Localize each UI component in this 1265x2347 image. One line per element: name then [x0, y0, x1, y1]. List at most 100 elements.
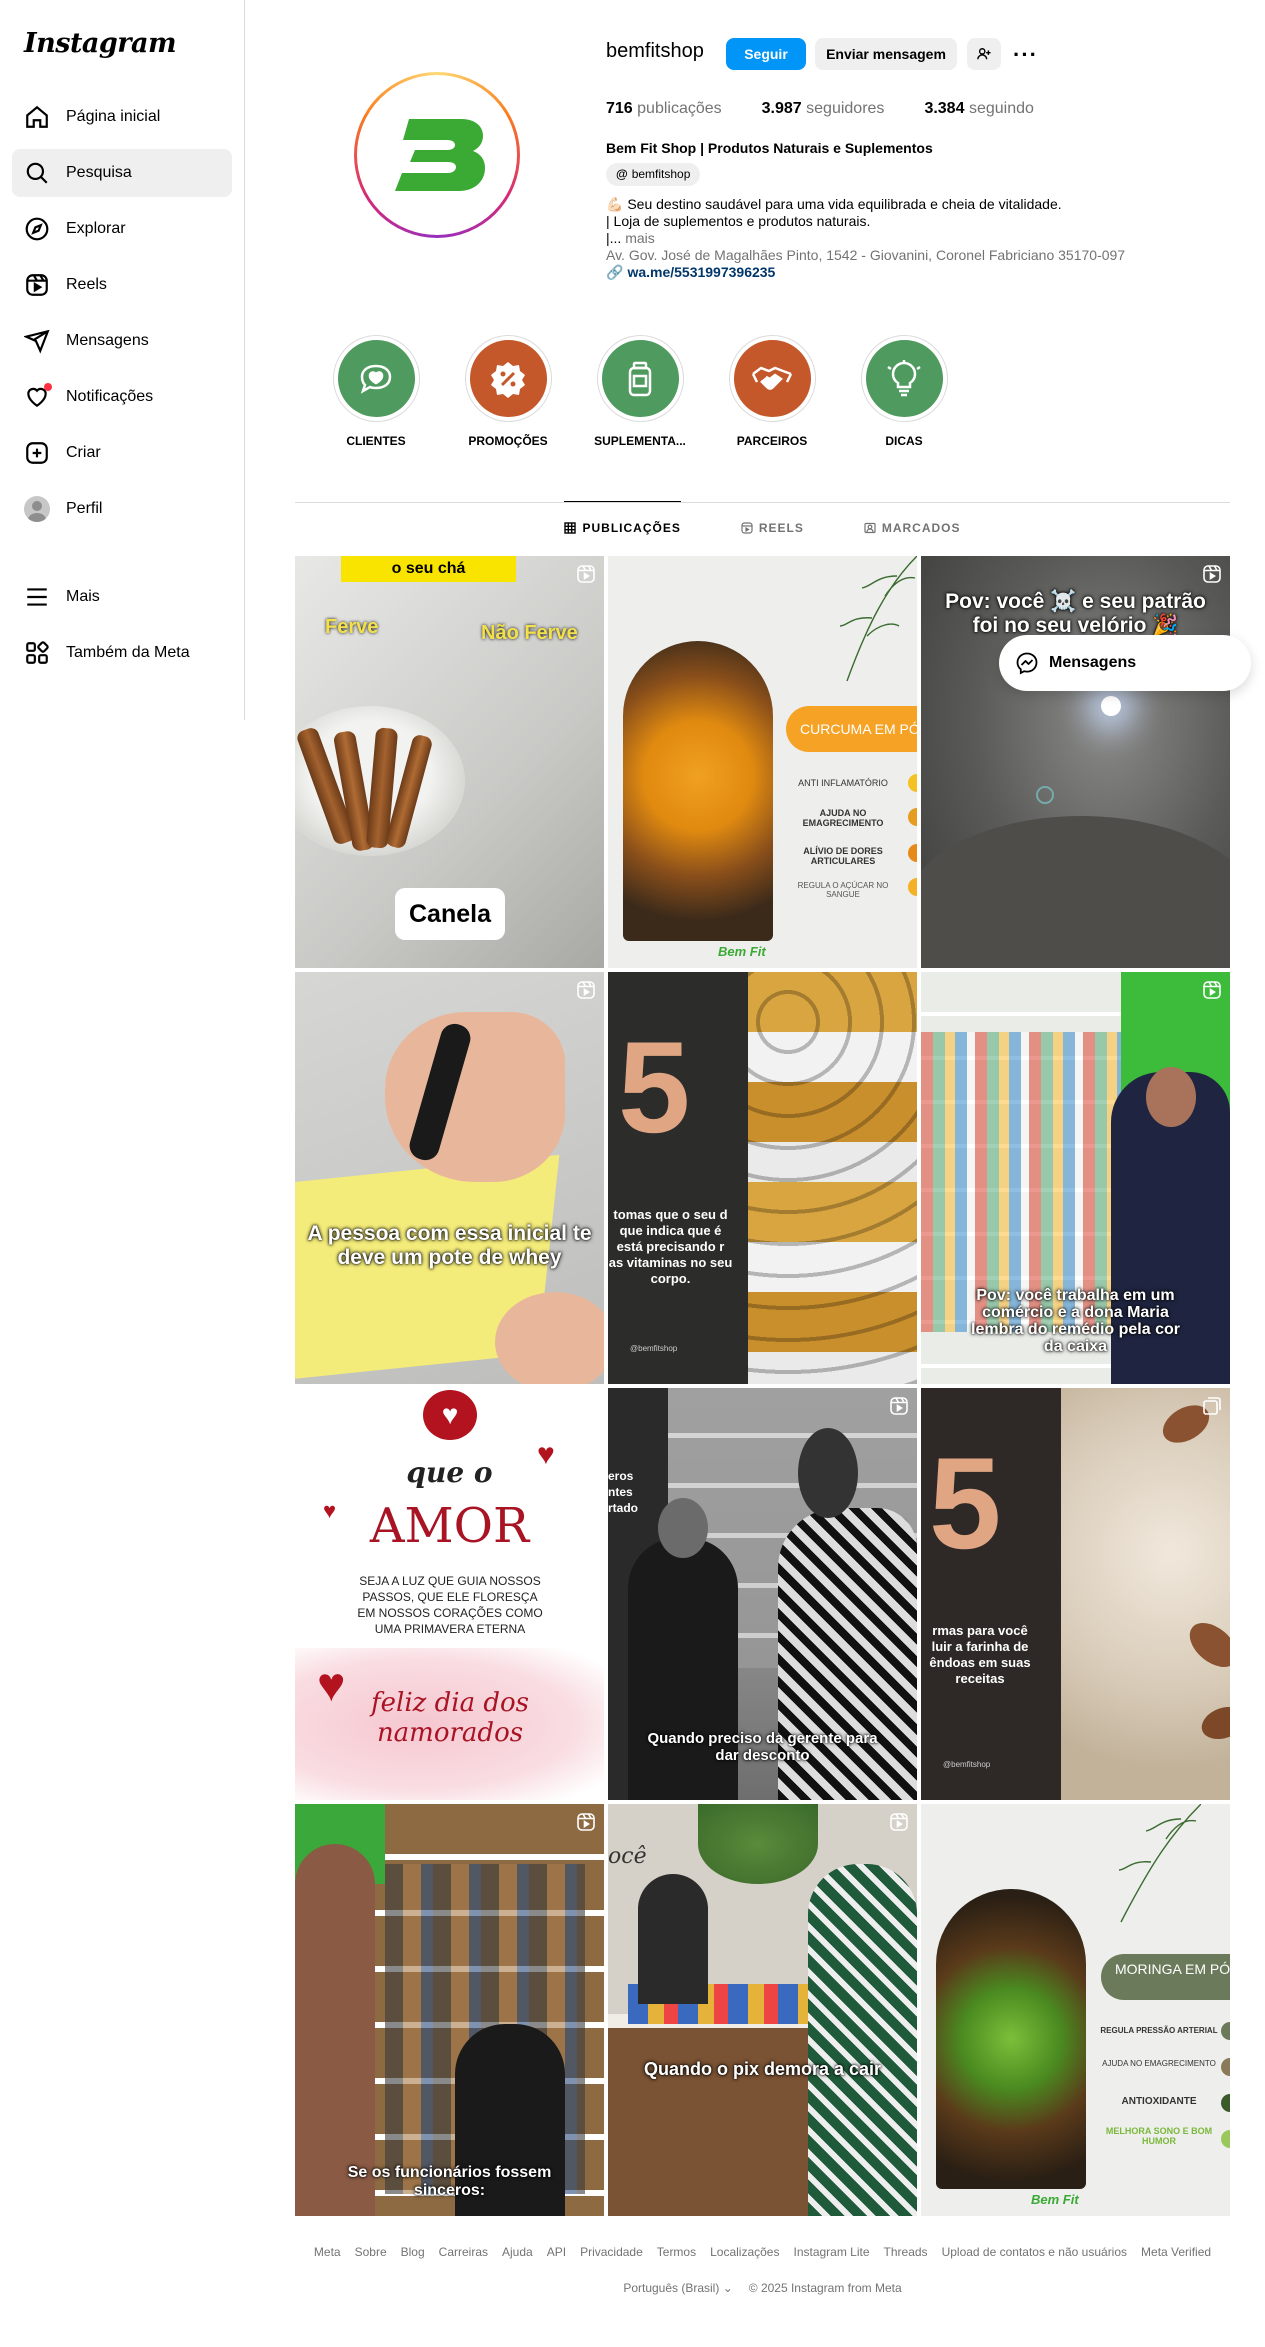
post-tile[interactable]: Pov: você trabalha em um comércio e a do… [921, 972, 1230, 1384]
reels-icon [26, 274, 48, 296]
footer-link[interactable]: Sobre [355, 2245, 387, 2259]
post-tile[interactable]: 5 tomas que o seu d que indica que é est… [608, 972, 917, 1384]
bio-link[interactable]: 🔗 wa.me/5531997396235 [606, 264, 1166, 281]
post-tile[interactable]: ocê Quando o pix demora a cair [608, 1804, 917, 2216]
search-icon [26, 162, 48, 184]
footer-link[interactable]: Upload de contatos e não usuários [942, 2245, 1127, 2259]
post-tile[interactable]: o seu chá Ferve Não Ferve Canela [295, 556, 604, 968]
footer-bottom: Português (Brasil) ⌄ © 2025 Instagram fr… [295, 2281, 1230, 2295]
post-tile[interactable]: Pov: você ☠️ e seu patrão foi no seu vel… [921, 556, 1230, 968]
sidebar-item-notifications[interactable]: Notificações [12, 373, 232, 421]
instagram-logo[interactable]: Instagram [12, 28, 232, 59]
profile-picture[interactable] [354, 72, 520, 238]
tab-posts[interactable]: PUBLICAÇÕES [564, 501, 681, 553]
floating-messages-button[interactable]: Mensagens [999, 635, 1251, 691]
sidebar-item-explore[interactable]: Explorar [12, 205, 232, 253]
link-icon: 🔗 [606, 264, 624, 280]
follow-button[interactable]: Seguir [726, 38, 806, 70]
footer-link[interactable]: Privacidade [580, 2245, 643, 2259]
lightbulb-icon [887, 359, 921, 396]
sidebar-item-label: Criar [66, 444, 101, 461]
brand-watermark: Bem Fit [1031, 2192, 1079, 2207]
highlight-clientes[interactable]: CLIENTES [330, 335, 422, 448]
sidebar-item-label: Também da Meta [66, 644, 190, 661]
profile-username: bemfitshop [606, 40, 704, 62]
sidebar-item-search[interactable]: Pesquisa [12, 149, 232, 197]
story-highlights: CLIENTES PROMOÇÕES SUPLEMENTA... PARCEIR… [330, 335, 950, 448]
sidebar-item-label: Reels [66, 276, 107, 293]
language-selector[interactable]: Português (Brasil) ⌄ [623, 2281, 732, 2295]
sidebar-item-reels[interactable]: Reels [12, 261, 232, 309]
profile-stats: 716 publicações 3.987 seguidores 3.384 s… [606, 100, 1034, 118]
footer-links: Meta Sobre Blog Carreiras Ajuda API Priv… [295, 2245, 1230, 2259]
bio-line: |... mais [606, 230, 655, 246]
more-options-icon[interactable]: ··· [1013, 42, 1038, 68]
sidebar-item-label: Mais [66, 588, 100, 605]
footer-link[interactable]: Meta [314, 2245, 341, 2259]
sidebar-item-more[interactable]: Mais [12, 573, 232, 621]
footer-link[interactable]: Threads [884, 2245, 928, 2259]
tab-reels[interactable]: REELS [741, 501, 804, 553]
profile-bio: Bem Fit Shop | Produtos Naturais e Suple… [606, 140, 1166, 281]
post-tile[interactable]: eros ntes rtado Quando preciso da gerent… [608, 1388, 917, 1800]
threads-badge[interactable]: @ bemfitshop [606, 163, 701, 186]
bio-line: 💪🏻 Seu destino saudável para uma vida eq… [606, 196, 1062, 212]
person-figure [295, 1844, 375, 2216]
posts-grid: o seu chá Ferve Não Ferve Canela CURCUMA… [295, 556, 1230, 2216]
highlight-promocoes[interactable]: PROMOÇÕES [462, 335, 554, 448]
tab-tagged[interactable]: MARCADOS [864, 501, 961, 553]
profile-tabs: PUBLICAÇÕES REELS MARCADOS [295, 501, 1230, 553]
reel-indicator-icon [1203, 981, 1221, 999]
post-tile[interactable]: A pessoa com essa inicial te deve um pot… [295, 972, 604, 1384]
following-count[interactable]: 3.384 seguindo [924, 100, 1033, 118]
sidebar-item-also-meta[interactable]: Também da Meta [12, 629, 232, 677]
sidebar-item-label: Pesquisa [66, 164, 132, 181]
reel-indicator-icon [577, 565, 595, 583]
almond-flour-image [1061, 1388, 1230, 1800]
sidebar-item-profile[interactable]: Perfil [12, 485, 232, 533]
footer-link[interactable]: Blog [401, 2245, 425, 2259]
footer-link[interactable]: Localizações [710, 2245, 779, 2259]
copyright: © 2025 Instagram from Meta [748, 2281, 902, 2295]
profile-full-name: Bem Fit Shop | Produtos Naturais e Suple… [606, 140, 933, 156]
sidebar-item-create[interactable]: Criar [12, 429, 232, 477]
footer-link[interactable]: Instagram Lite [793, 2245, 869, 2259]
sidebar-item-home[interactable]: Página inicial [12, 93, 232, 141]
post-tile[interactable]: CURCUMA EM PÓ ANTI INFLAMATÓRIO AJUDA NO… [608, 556, 917, 968]
post-tile[interactable]: 5 rmas para você luir a farinha de êndoa… [921, 1388, 1230, 1800]
messenger-icon [1016, 652, 1038, 675]
sidebar-item-label: Página inicial [66, 108, 161, 125]
suggested-users-button[interactable] [967, 38, 1001, 70]
highlight-parceiros[interactable]: PARCEIROS [726, 335, 818, 448]
tagged-icon [864, 522, 876, 533]
home-icon [26, 105, 48, 128]
handshake-icon [751, 366, 793, 390]
footer-link[interactable]: Meta Verified [1141, 2245, 1211, 2259]
add-user-icon [977, 48, 991, 60]
highlight-dicas[interactable]: DICAS [858, 335, 950, 448]
grid-icon [564, 521, 577, 534]
footer-link[interactable]: Termos [657, 2245, 696, 2259]
followers-count[interactable]: 3.987 seguidores [762, 100, 885, 118]
footer-link[interactable]: API [547, 2245, 566, 2259]
bio-address[interactable]: Av. Gov. José de Magalhães Pinto, 1542 -… [606, 247, 1166, 264]
highlight-suplementos[interactable]: SUPLEMENTA... [594, 335, 686, 448]
grid-apps-icon [26, 641, 49, 664]
heart-icon: ♥ [317, 1659, 346, 1712]
post-tile[interactable]: MORINGA EM PÓ REGULA PRESSÃO ARTERIAL AJ… [921, 1804, 1230, 2216]
send-icon [24, 329, 50, 354]
sidebar: Instagram Página inicial Pesquisa Explor… [0, 0, 245, 720]
footer-link[interactable]: Ajuda [502, 2245, 533, 2259]
carousel-indicator-icon [1203, 1397, 1221, 1415]
footer-link[interactable]: Carreiras [439, 2245, 488, 2259]
post-tile[interactable]: Se os funcionários fossem sinceros: [295, 1804, 604, 2216]
send-message-button[interactable]: Enviar mensagem [815, 38, 957, 70]
light-spot [1101, 696, 1121, 716]
sidebar-item-messages[interactable]: Mensagens [12, 317, 232, 365]
sidebar-item-label: Perfil [66, 500, 103, 517]
reel-indicator-icon [577, 1813, 595, 1831]
brand-watermark: Bem Fit [718, 944, 766, 959]
bio-more-link[interactable]: mais [625, 230, 655, 246]
bio-line: | Loja de suplementos e produtos naturai… [606, 213, 871, 229]
post-tile[interactable]: ♥ ♥ ♥ ♥ que o AMOR SEJA A LUZ QUE GUIA N… [295, 1388, 604, 1800]
